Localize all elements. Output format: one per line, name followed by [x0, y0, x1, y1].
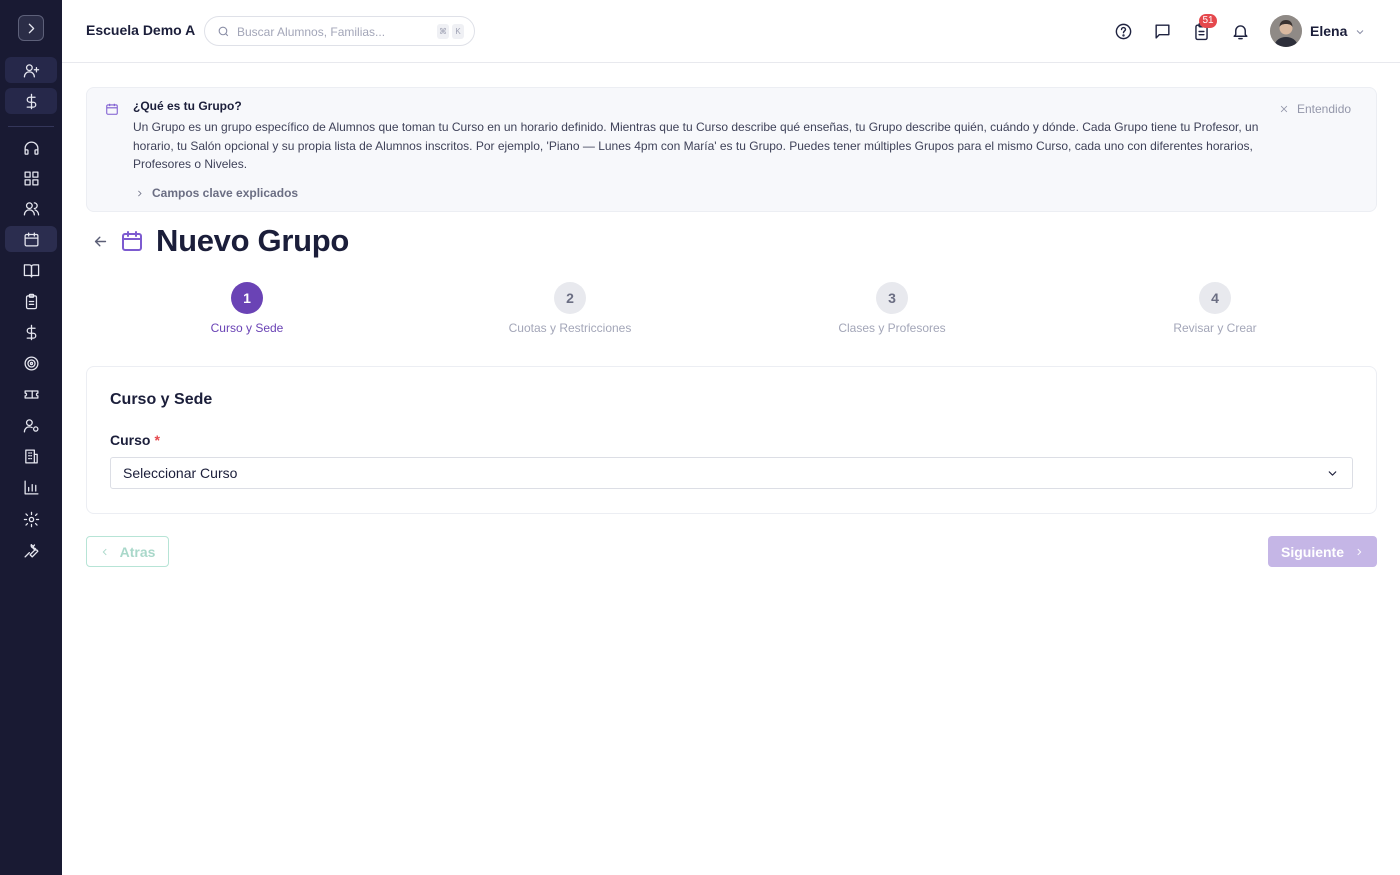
- shortcut-key-cmd: ⌘: [437, 24, 449, 39]
- user-menu-toggle[interactable]: [1354, 25, 1366, 43]
- chevron-down-icon: [1328, 471, 1337, 476]
- step-review-create[interactable]: 4 Revisar y Crear: [1115, 282, 1315, 335]
- sidebar-expand-button[interactable]: [18, 15, 44, 41]
- info-banner: ¿Qué es tu Grupo? Un Grupo es un grupo e…: [86, 87, 1377, 212]
- sidebar-item-support[interactable]: [5, 135, 57, 161]
- step-number: 3: [876, 282, 908, 314]
- sidebar-item-events[interactable]: [5, 381, 57, 407]
- wrench-icon: [23, 543, 39, 558]
- sidebar-item-payment[interactable]: [5, 88, 57, 114]
- dollar-icon: [26, 93, 36, 109]
- course-location-card: Curso y Sede Curso * Seleccionar Curso: [86, 366, 1377, 514]
- sidebar-item-billing[interactable]: [5, 319, 57, 345]
- chevron-down-icon: [1356, 30, 1364, 35]
- banner-dismiss-button[interactable]: Entendido: [1279, 102, 1351, 116]
- page-icon: [120, 229, 144, 258]
- user-photo-icon: [1270, 15, 1302, 47]
- step-label: Curso y Sede: [210, 321, 284, 335]
- required-marker: *: [154, 432, 160, 448]
- avatar[interactable]: [1270, 15, 1302, 47]
- course-field-label: Curso *: [110, 432, 160, 448]
- calendar-icon: [106, 103, 118, 115]
- back-button-label: Atras: [119, 543, 156, 560]
- users-icon: [23, 201, 39, 216]
- notifications-button[interactable]: [1230, 21, 1250, 41]
- next-button-label: Siguiente: [1280, 543, 1344, 560]
- sidebar-divider: [8, 126, 54, 127]
- close-icon: [1280, 105, 1288, 113]
- message-icon: [1154, 23, 1170, 39]
- headset-icon: [23, 140, 39, 155]
- calendar-icon: [122, 231, 142, 251]
- help-button[interactable]: [1113, 21, 1133, 41]
- help-icon: [1115, 23, 1131, 39]
- step-number: 4: [1199, 282, 1231, 314]
- sidebar-item-staff[interactable]: [5, 412, 57, 438]
- sidebar-item-reports[interactable]: [5, 474, 57, 500]
- section-title: Curso y Sede: [110, 391, 213, 408]
- step-label: Cuotas y Restricciones: [508, 321, 632, 335]
- clipboard-icon: [25, 293, 37, 309]
- shortcut-key-k: K: [452, 24, 464, 39]
- sidebar-item-students[interactable]: [5, 195, 57, 221]
- sidebar-item-add-student[interactable]: [5, 57, 57, 83]
- step-number: 1: [231, 282, 263, 314]
- bell-icon: [1232, 24, 1248, 39]
- sidebar-item-locations[interactable]: [5, 443, 57, 469]
- banner-dismiss-label: Entendido: [1297, 102, 1352, 116]
- banner-title: ¿Qué es tu Grupo?: [133, 99, 242, 113]
- key-fields-label: Campos clave explicados: [152, 186, 299, 200]
- dollar-icon: [26, 324, 36, 340]
- banner-text: Un Grupo es un grupo específico de Alumn…: [133, 120, 1259, 171]
- key-fields-toggle[interactable]: Campos clave explicados: [135, 186, 298, 200]
- book-icon: [23, 263, 39, 278]
- chevron-right-icon: [28, 23, 34, 33]
- next-button[interactable]: Siguiente: [1268, 536, 1377, 567]
- step-label: Revisar y Crear: [1173, 321, 1257, 335]
- messages-button[interactable]: [1152, 21, 1172, 41]
- sidebar-item-dashboard[interactable]: [5, 165, 57, 191]
- step-fees-restrictions[interactable]: 2 Cuotas y Restricciones: [470, 282, 670, 335]
- sidebar-item-groups[interactable]: [5, 226, 57, 252]
- sidebar: [0, 0, 62, 875]
- back-button[interactable]: Atras: [86, 536, 169, 567]
- sidebar-item-courses[interactable]: [5, 257, 57, 283]
- tasks-count-badge: 51: [1199, 14, 1217, 28]
- user-name[interactable]: Elena: [1310, 23, 1347, 39]
- course-select-chevron: [1326, 467, 1339, 485]
- ticket-icon: [23, 389, 39, 399]
- dashboard-icon: [23, 170, 39, 186]
- course-label-text: Curso: [110, 432, 151, 448]
- building-icon: [24, 448, 38, 464]
- chevron-right-icon: [138, 190, 142, 196]
- chevron-right-icon: [1357, 548, 1362, 555]
- search-input[interactable]: [237, 23, 427, 41]
- target-icon: [23, 355, 39, 371]
- user-plus-icon: [23, 63, 39, 78]
- chevron-left-icon: [102, 548, 107, 555]
- sidebar-item-attendance[interactable]: [5, 288, 57, 314]
- search-box[interactable]: ⌘ K: [204, 16, 475, 46]
- calendar-icon: [23, 231, 39, 247]
- banner-icon-wrap: [105, 102, 119, 121]
- sidebar-item-settings[interactable]: [5, 506, 57, 532]
- step-label: Clases y Profesores: [838, 321, 946, 335]
- step-course-location[interactable]: 1 Curso y Sede: [147, 282, 347, 335]
- step-classes-teachers[interactable]: 3 Clases y Profesores: [792, 282, 992, 335]
- page-title: Nuevo Grupo: [156, 223, 350, 258]
- gear-icon: [23, 511, 39, 527]
- search-icon: [218, 26, 229, 37]
- back-link[interactable]: [92, 233, 109, 255]
- step-number: 2: [554, 282, 586, 314]
- chart-icon: [23, 479, 39, 495]
- sidebar-item-goals[interactable]: [5, 350, 57, 376]
- school-name[interactable]: Escuela Demo A: [86, 22, 195, 38]
- sidebar-item-tools[interactable]: [5, 537, 57, 563]
- arrow-left-icon: [94, 236, 107, 247]
- user-gear-icon: [23, 418, 39, 433]
- course-select-value: Seleccionar Curso: [123, 465, 238, 481]
- course-select[interactable]: Seleccionar Curso: [110, 457, 1353, 489]
